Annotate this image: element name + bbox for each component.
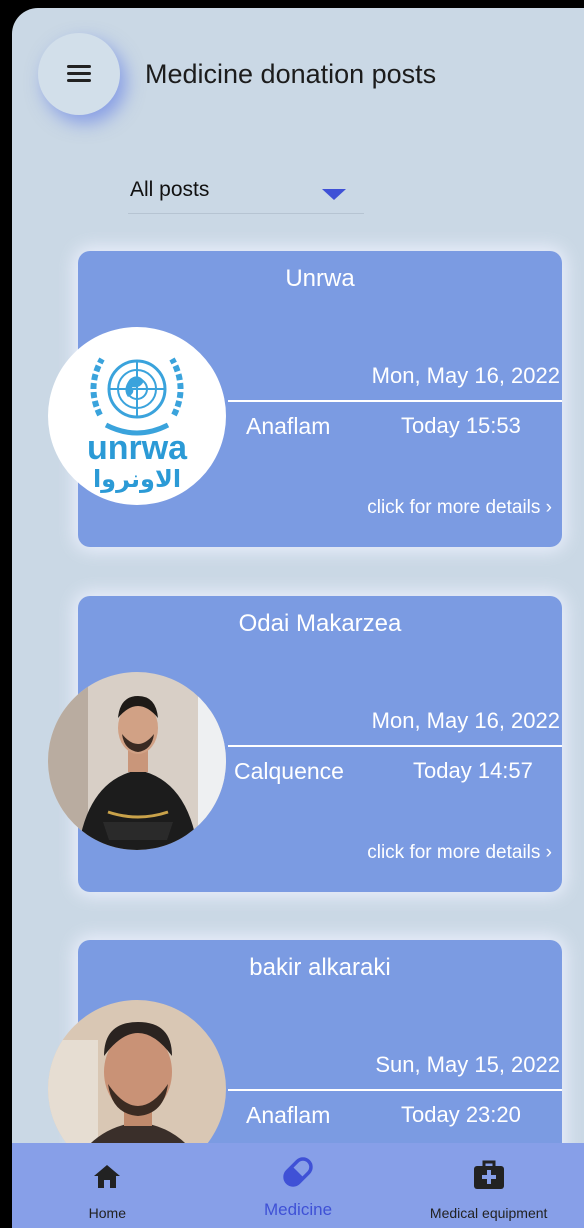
post-card[interactable]: Odai Makarzea Mon, May 16, 2022 Calquenc…: [48, 596, 562, 892]
unrwa-logo-avatar: unrwa الاونروا: [48, 327, 226, 505]
filter-selected-value: All posts: [130, 178, 210, 201]
nav-home[interactable]: Home: [12, 1143, 203, 1228]
nav-medicine[interactable]: Medicine: [203, 1143, 394, 1228]
post-author-name: Odai Makarzea: [238, 610, 402, 637]
nav-home-label: Home: [88, 1205, 127, 1221]
post-author-name: Unrwa: [285, 265, 355, 292]
post-time: Today 14:57: [413, 758, 533, 783]
caret-down-icon: [322, 189, 346, 200]
app-screen: Medicine donation posts All posts Unrwa …: [12, 8, 584, 1228]
person-photo-icon: [48, 672, 226, 850]
medical-kit-icon: [473, 1160, 504, 1189]
bottom-navigation: Home Medicine Medical equipment: [12, 1143, 584, 1228]
divider: [228, 1089, 562, 1091]
posts-filter-dropdown[interactable]: All posts: [128, 175, 364, 214]
menu-button[interactable]: [38, 33, 120, 115]
post-date: Sun, May 15, 2022: [375, 1052, 560, 1077]
post-date: Mon, May 16, 2022: [371, 708, 560, 733]
un-emblem-icon: unrwa الاونروا: [87, 357, 188, 493]
more-details-link[interactable]: click for more details ›: [367, 497, 552, 519]
divider: [228, 400, 562, 402]
post-medicine: Anaflam: [246, 413, 331, 439]
page-title: Medicine donation posts: [145, 59, 437, 89]
svg-text:الاونروا: الاونروا: [93, 465, 181, 493]
post-date: Mon, May 16, 2022: [371, 363, 560, 388]
more-details-link[interactable]: click for more details ›: [367, 842, 552, 864]
post-card[interactable]: Unrwa Mon, May 16, 2022 Anaflam Today 15…: [48, 251, 562, 547]
home-icon: [94, 1165, 121, 1188]
pill-icon: [283, 1157, 313, 1187]
nav-medical-equipment-label: Medical equipment: [429, 1205, 548, 1221]
svg-text:unrwa: unrwa: [87, 429, 188, 467]
post-medicine: Anaflam: [246, 1102, 331, 1128]
user-avatar-photo: [48, 672, 226, 850]
post-time: Today 15:53: [401, 413, 521, 438]
hamburger-menu-icon: [67, 65, 91, 83]
nav-medicine-label: Medicine: [263, 1200, 333, 1219]
nav-medical-equipment[interactable]: Medical equipment: [393, 1143, 584, 1228]
post-author-name: bakir alkaraki: [249, 954, 391, 981]
divider: [228, 745, 562, 747]
post-time: Today 23:20: [401, 1102, 521, 1127]
post-medicine: Calquence: [234, 758, 344, 784]
